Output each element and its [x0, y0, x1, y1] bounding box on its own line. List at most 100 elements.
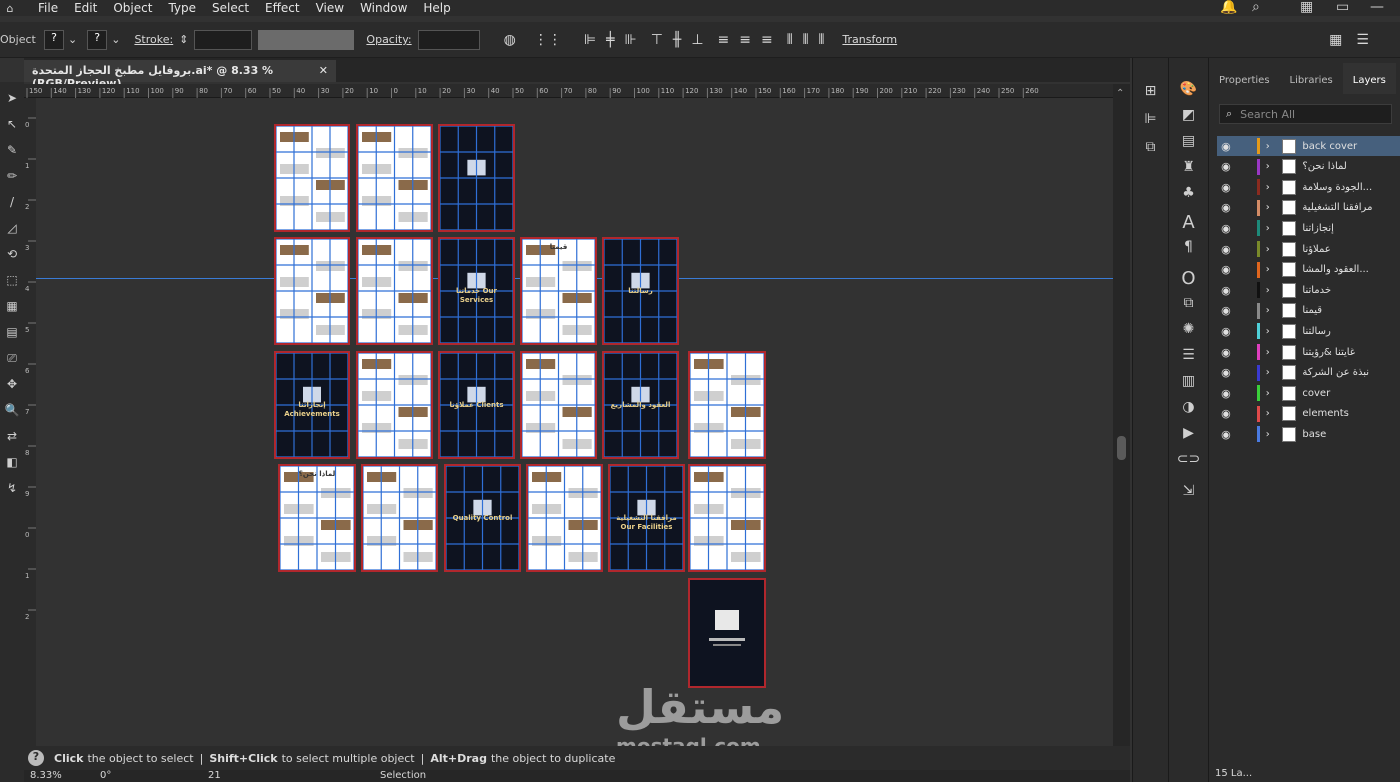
dist-left-icon[interactable]: ⫴ — [787, 32, 793, 48]
layer-row[interactable]: ◉ › الجودة وسلامة... — [1217, 177, 1400, 197]
eye-icon[interactable]: ◉ — [1219, 428, 1233, 441]
artboard-tool-icon[interactable]: ▦ — [2, 300, 22, 312]
eye-icon[interactable]: ◉ — [1219, 222, 1233, 235]
chevron-right-icon[interactable]: › — [1266, 305, 1278, 316]
eye-icon[interactable]: ◉ — [1219, 263, 1233, 276]
workspace-icon[interactable]: ▦ — [1300, 0, 1313, 14]
actions-icon[interactable]: ▶ — [1169, 426, 1208, 440]
align-bottom-icon[interactable]: ⊥ — [691, 32, 703, 48]
eye-icon[interactable]: ◉ — [1219, 304, 1233, 317]
artboard[interactable]: لماذا نحن؟ — [278, 464, 356, 572]
document-tab[interactable]: بروفايل مطبخ الحجاز المتحدة.ai* @ 8.33 %… — [24, 60, 336, 90]
arrange-icon[interactable]: ▦ — [1329, 32, 1342, 48]
eye-icon[interactable]: ◉ — [1219, 181, 1233, 194]
gradient-icon[interactable]: ◩ — [1169, 108, 1208, 122]
pencil-tool-icon[interactable]: ✏ — [2, 170, 22, 182]
rotate-tool-icon[interactable]: ⟲ — [2, 248, 22, 260]
artboard[interactable]: إنجازاتنا Achievements — [274, 351, 350, 459]
gradient-panel-icon[interactable]: ▥ — [1169, 374, 1208, 388]
page-field[interactable]: 21 — [208, 770, 221, 781]
eye-icon[interactable]: ◉ — [1219, 201, 1233, 214]
layer-name[interactable]: الجودة وسلامة... — [1302, 182, 1400, 193]
artboard[interactable]: قيمنا — [520, 237, 597, 345]
artboard[interactable] — [356, 237, 433, 345]
tab-properties[interactable]: Properties — [1209, 75, 1280, 94]
artboard[interactable] — [361, 464, 438, 572]
layer-name[interactable]: مرافقنا التشغيلية — [1302, 202, 1400, 213]
eye-icon[interactable]: ◉ — [1219, 366, 1233, 379]
shaper-tool-icon[interactable]: ◿ — [2, 222, 22, 234]
eye-icon[interactable]: ◉ — [1219, 140, 1233, 153]
artboard[interactable] — [688, 351, 766, 459]
layer-name[interactable]: نبذة عن الشركة — [1302, 367, 1400, 378]
angle-field[interactable]: 0° — [100, 770, 111, 781]
artboard[interactable] — [356, 351, 433, 459]
menu-select[interactable]: Select — [212, 1, 249, 15]
character-icon[interactable]: A — [1169, 214, 1208, 232]
align-middle-icon[interactable]: ╫ — [673, 32, 681, 48]
export-icon[interactable]: ⇲ — [1169, 484, 1208, 498]
search-icon[interactable]: ⌕ — [1252, 0, 1260, 14]
zoom-tool-icon[interactable]: 🔍 — [2, 404, 22, 416]
layer-row[interactable]: ◉ › العقود والمشا... — [1217, 260, 1400, 280]
artboard[interactable] — [520, 351, 597, 459]
artboard[interactable]: رسالتنا — [602, 237, 679, 345]
artboard[interactable]: خدماتنا Our Services — [438, 237, 515, 345]
layer-name[interactable]: العقود والمشا... — [1302, 264, 1400, 275]
variable-width-dropdown[interactable] — [258, 29, 355, 50]
zoom-field[interactable]: 8.33% — [30, 770, 62, 781]
fill-stroke-icon[interactable]: ◧ — [2, 456, 22, 468]
dist-hcenter-icon[interactable]: ⫴ — [803, 32, 809, 48]
layer-row[interactable]: ◉ › لماذا نحن؟ — [1217, 157, 1400, 177]
layer-name[interactable]: back cover — [1302, 141, 1400, 152]
menu-help[interactable]: Help — [423, 1, 450, 15]
stroke-panel-icon[interactable]: ☰ — [1169, 348, 1208, 362]
color-guide-icon[interactable]: 🎨 — [1169, 82, 1208, 96]
layer-name[interactable]: elements — [1302, 408, 1400, 419]
chevron-right-icon[interactable]: › — [1266, 141, 1278, 152]
bell-icon[interactable]: 🔔 — [1220, 0, 1237, 14]
menu-view[interactable]: View — [316, 1, 344, 15]
chevron-right-icon[interactable]: › — [1266, 244, 1278, 255]
layer-name[interactable]: رسالتنا — [1302, 326, 1400, 337]
layer-row[interactable]: ◉ › base — [1217, 424, 1400, 444]
align-center-icon[interactable]: ╪ — [606, 32, 614, 48]
chevron-right-icon[interactable]: › — [1266, 264, 1278, 275]
layers-search[interactable]: ⌕ Search All — [1219, 104, 1392, 124]
menu-effect[interactable]: Effect — [265, 1, 300, 15]
puppet-icon[interactable]: ♜ — [1169, 160, 1208, 174]
canvas[interactable]: خدماتنا Our Services قيمنا رسالتنا إنجازاتن… — [36, 98, 1113, 746]
eraser-tool-icon[interactable]: ⎚ — [2, 352, 22, 364]
line-tool-icon[interactable]: / — [2, 196, 22, 208]
layer-row[interactable]: ◉ › خدماتنا — [1217, 280, 1400, 300]
menu-window[interactable]: Window — [360, 1, 407, 15]
fill-box[interactable]: ? — [44, 29, 64, 50]
layer-row[interactable]: ◉ › مرافقنا التشغيلية — [1217, 198, 1400, 218]
artboard[interactable]: مرافقنا التشغيلية Our Facilities — [608, 464, 685, 572]
chevron-right-icon[interactable]: › — [1266, 429, 1278, 440]
layer-name[interactable]: لماذا نحن؟ — [1302, 161, 1400, 172]
artboard[interactable] — [688, 578, 766, 688]
chevron-right-icon[interactable]: › — [1266, 285, 1278, 296]
swatches-icon[interactable]: ▤ — [1169, 134, 1208, 148]
artboards-icon[interactable]: ⊞ — [1133, 84, 1168, 98]
layer-row[interactable]: ◉ › رسالتنا — [1217, 321, 1400, 341]
align-panel-icon[interactable]: ⊫ — [1133, 112, 1168, 126]
dist-bottom-icon[interactable]: ≡ — [761, 32, 773, 48]
stepper-icon[interactable]: ⇕ — [179, 33, 188, 46]
chevron-right-icon[interactable]: › — [1266, 408, 1278, 419]
selection-tool-icon[interactable]: ➤ — [2, 92, 22, 104]
chevron-right-icon[interactable]: › — [1266, 161, 1278, 172]
recolor-icon[interactable]: ◍ — [504, 32, 516, 48]
paragraph-icon[interactable]: ¶ — [1169, 240, 1208, 254]
hand-tool-icon[interactable]: ✥ — [2, 378, 22, 390]
opentype-icon[interactable]: O — [1169, 270, 1208, 288]
chevron-right-icon[interactable]: › — [1266, 347, 1278, 358]
menu-type[interactable]: Type — [168, 1, 196, 15]
eye-icon[interactable]: ◉ — [1219, 346, 1233, 359]
layer-name[interactable]: إنجازاتنا — [1302, 223, 1400, 234]
align-right-icon[interactable]: ⊪ — [625, 32, 637, 48]
graphic-styles-icon[interactable]: ◑ — [1169, 400, 1208, 414]
layer-name[interactable]: عملاؤنا — [1302, 244, 1400, 255]
menu-file[interactable]: File — [38, 1, 58, 15]
